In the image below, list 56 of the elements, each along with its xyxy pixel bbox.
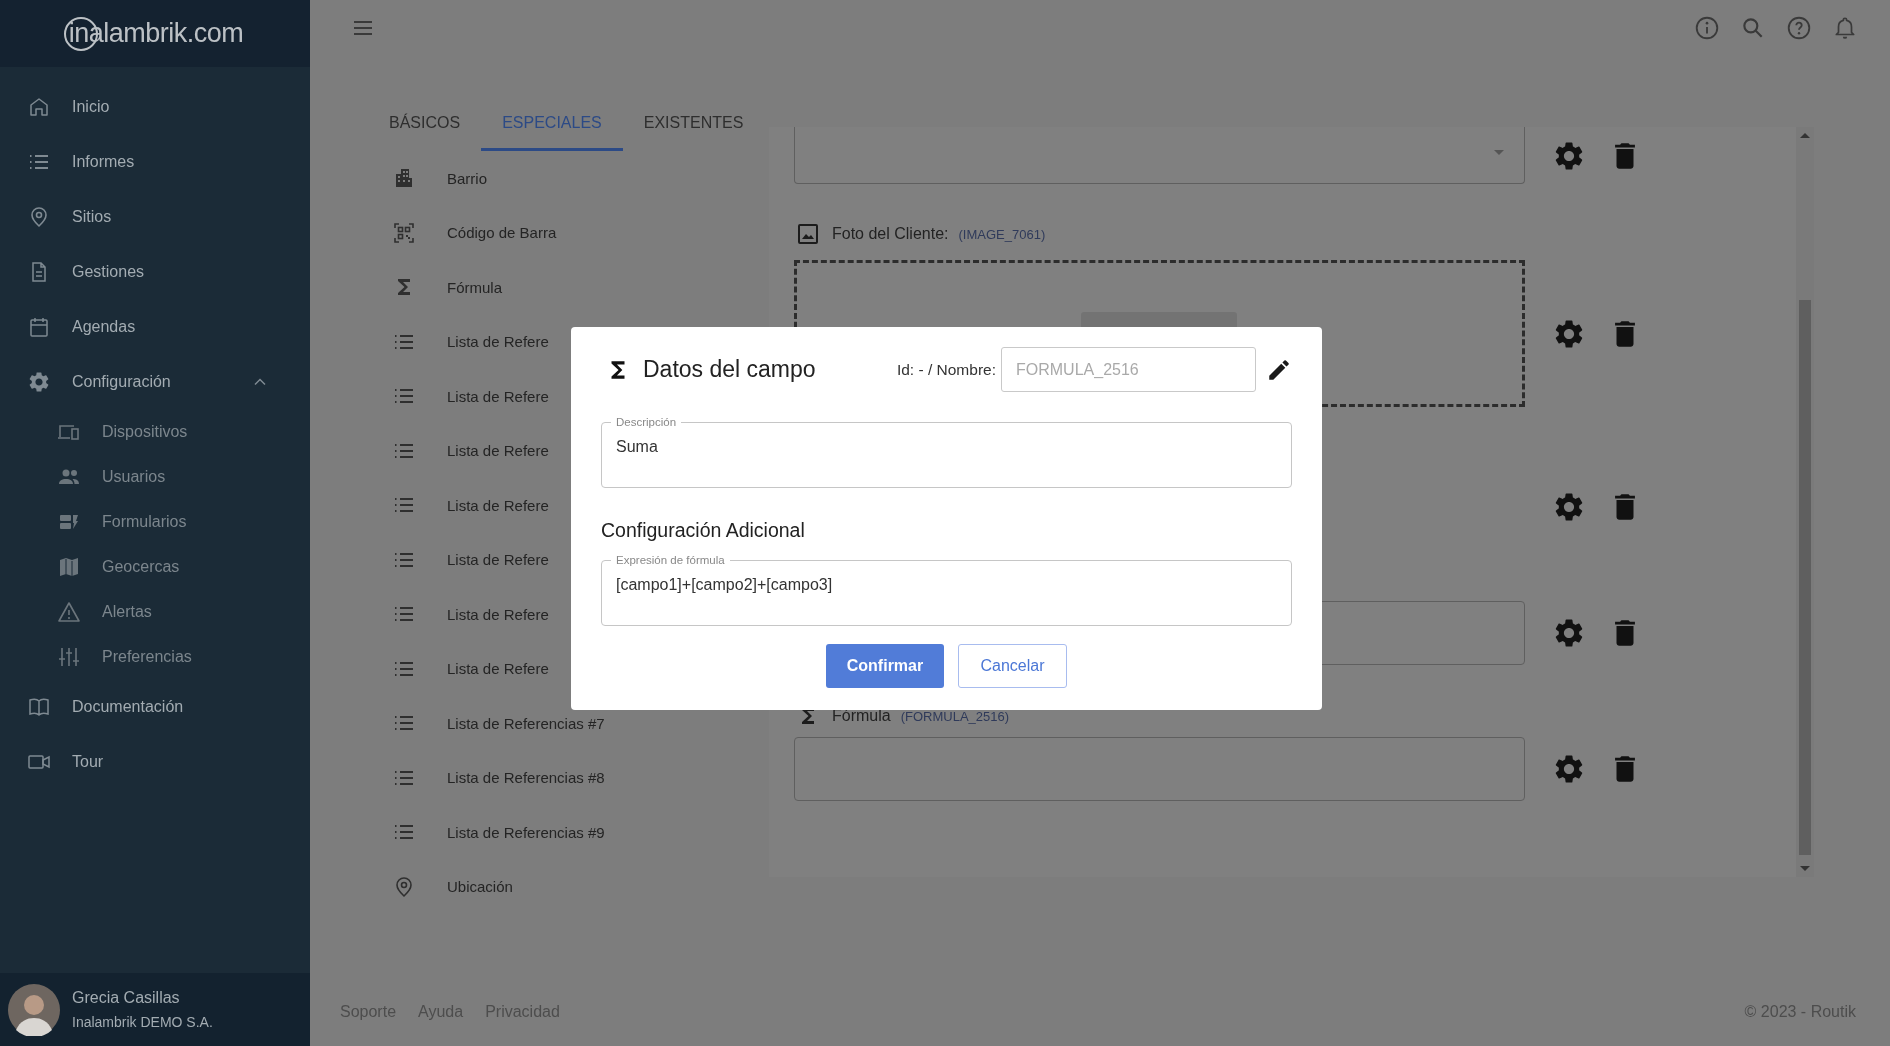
sidebar-subitem[interactable]: Dispositivos (0, 409, 310, 454)
field-type-item[interactable]: Fórmula (447, 278, 502, 296)
image-icon (796, 222, 820, 246)
field-label: Descripción (615, 416, 678, 428)
field-type-item[interactable]: Lista de Refere (447, 387, 549, 405)
sidebar-subitem[interactable]: Preferencias (0, 634, 310, 679)
dropdown-caret-icon (1494, 150, 1504, 155)
field-type-item[interactable]: Barrio (447, 169, 487, 187)
dialog-title: Datos del campo (643, 356, 817, 383)
field-label: Foto del Cliente: (832, 225, 949, 243)
sidebar-item[interactable]: Documentación (0, 679, 310, 734)
field-type-item[interactable]: Lista de Referencias #8 (447, 769, 605, 787)
sidebar-subitem[interactable]: Alertas (0, 589, 310, 634)
sidebar-item[interactable]: Sitios (0, 189, 310, 244)
description-field[interactable]: Suma (616, 438, 1277, 456)
field-type-item[interactable]: Lista de Refere (447, 605, 549, 623)
field-code: (FORMULA_2516) (900, 708, 1010, 724)
select-field[interactable] (794, 127, 1525, 184)
sidebar-item[interactable]: Gestiones (0, 244, 310, 299)
sidebar-subitem[interactable]: Usuarios (0, 454, 310, 499)
sidebar-item[interactable]: Configuración (0, 354, 310, 409)
tab[interactable]: EXISTENTES (622, 105, 765, 151)
field-type-item[interactable]: Lista de Refere (447, 496, 549, 514)
field-type-item[interactable]: Lista de Referencias #7 (447, 714, 605, 732)
bell-icon[interactable] (1832, 15, 1858, 41)
field-type-item[interactable]: Lista de Refere (447, 660, 549, 678)
user-company: Inalambrik DEMO S.A. (72, 1014, 213, 1030)
field-label: Expresión de fórmula (615, 554, 726, 566)
user-name: Grecia Casillas (72, 989, 181, 1007)
id-name-label: Id: - / Nombre: (896, 360, 996, 379)
field-type-item[interactable]: Lista de Referencias #9 (447, 823, 605, 841)
field-type-item[interactable]: Lista de Refere (447, 333, 549, 351)
info-icon[interactable] (1694, 15, 1720, 41)
qr-code-icon (392, 220, 416, 245)
sidebar-item[interactable]: Tour (0, 734, 310, 789)
confirm-button[interactable]: Confirmar (826, 644, 944, 688)
field-type-item[interactable]: Lista de Refere (447, 551, 549, 569)
tab[interactable]: ESPECIALES (481, 105, 623, 151)
sidebar-item[interactable]: Informes (0, 134, 310, 189)
sidebar-subitem[interactable]: Geocercas (0, 544, 310, 589)
avatar (8, 983, 60, 1036)
settings-icon (27, 369, 51, 394)
sidebar-item[interactable]: Agendas (0, 299, 310, 354)
warning-icon (57, 599, 81, 624)
field-type-item[interactable]: Lista de Refere (447, 442, 549, 460)
section-heading: Configuración Adicional (601, 519, 806, 542)
cancel-button[interactable]: Cancelar (958, 644, 1067, 688)
field-code: (IMAGE_7061) (958, 226, 1046, 242)
formula-field[interactable]: [campo1]+[campo2]+[campo3] (616, 576, 1277, 594)
sidebar-subitem[interactable]: Formularios (0, 499, 310, 544)
sidebar-item[interactable]: Inicio (0, 79, 310, 134)
help-icon[interactable] (1786, 15, 1812, 41)
input-field[interactable] (794, 737, 1525, 801)
tab[interactable]: BÁSICOS (370, 105, 482, 151)
field-type-item[interactable]: Ubicación (447, 878, 513, 896)
field-type-item[interactable]: Código de Barra (447, 224, 557, 242)
